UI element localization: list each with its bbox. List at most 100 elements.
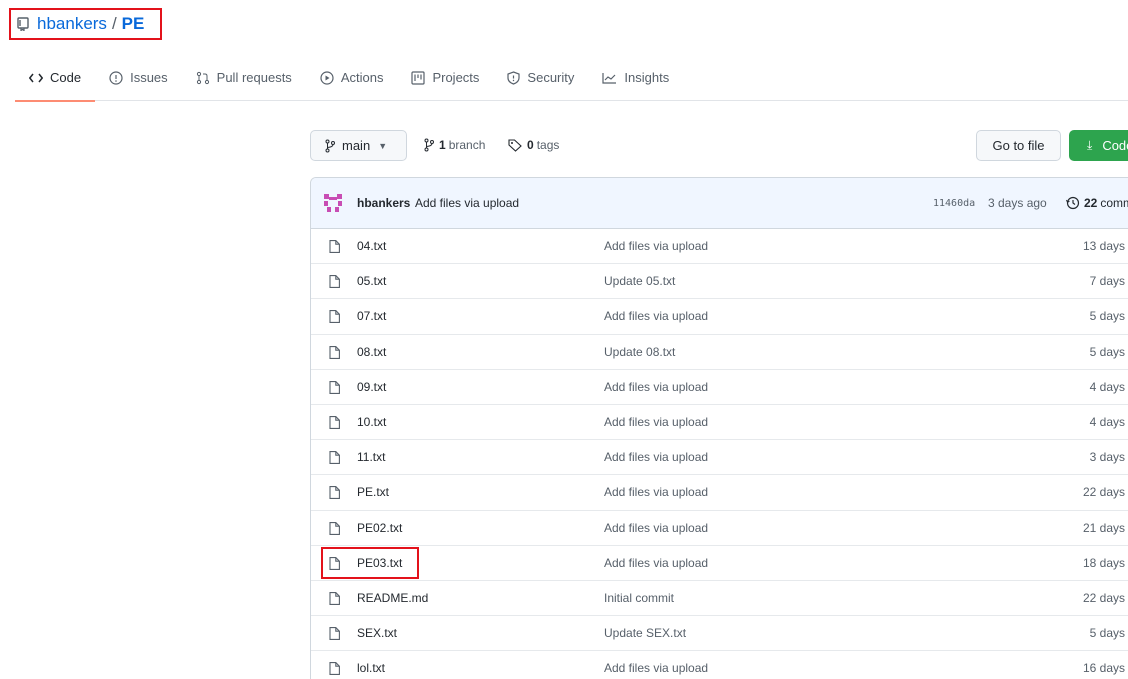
branch-icon bbox=[424, 138, 434, 152]
tab-projects[interactable]: Projects bbox=[397, 55, 493, 101]
file-commit-message[interactable]: Add files via upload bbox=[604, 450, 708, 464]
issue-icon bbox=[109, 70, 123, 85]
file-age: 18 days bbox=[1082, 555, 1125, 570]
shield-icon bbox=[507, 70, 521, 85]
file-icon bbox=[329, 415, 340, 429]
file-age: 3 days bbox=[1089, 450, 1125, 465]
file-name-link[interactable]: 07.txt bbox=[357, 309, 386, 323]
tab-security[interactable]: Security bbox=[493, 55, 588, 101]
file-commit-message[interactable]: Update SEX.txt bbox=[604, 626, 686, 640]
repo-owner-link[interactable]: hbankers bbox=[37, 14, 107, 34]
play-icon bbox=[320, 70, 334, 85]
commit-time: 3 days ago bbox=[988, 196, 1047, 210]
history-icon bbox=[1066, 196, 1080, 210]
repo-icon bbox=[17, 17, 29, 31]
file-name-link[interactable]: 08.txt bbox=[357, 345, 386, 359]
file-commit-message[interactable]: Initial commit bbox=[604, 591, 674, 605]
file-row[interactable]: 05.txt Update 05.txt 7 days bbox=[311, 264, 1128, 300]
file-name-link[interactable]: 10.txt bbox=[357, 415, 386, 429]
file-icon bbox=[329, 240, 340, 253]
file-icon bbox=[329, 380, 340, 394]
file-commit-message[interactable]: Add files via upload bbox=[604, 380, 708, 394]
branch-icon bbox=[325, 139, 335, 152]
tag-count-link[interactable]: 0 tags bbox=[508, 138, 559, 152]
branch-count-link[interactable]: 1 branch bbox=[424, 138, 485, 152]
file-row[interactable]: PE02.txt Add files via upload 21 days bbox=[311, 511, 1128, 546]
avatar[interactable] bbox=[324, 194, 342, 212]
file-commit-message[interactable]: Add files via upload bbox=[604, 556, 708, 570]
pull-request-icon bbox=[196, 71, 209, 84]
file-name-link[interactable]: 09.txt bbox=[357, 380, 386, 394]
file-name-link[interactable]: README.md bbox=[357, 591, 428, 605]
caret-down-icon: ▼ bbox=[378, 140, 388, 151]
file-row[interactable]: SEX.txt Update SEX.txt 5 days bbox=[311, 616, 1128, 652]
file-name-link[interactable]: 05.txt bbox=[357, 274, 386, 288]
file-commit-message[interactable]: Add files via upload bbox=[604, 485, 708, 499]
file-commit-message[interactable]: Add files via upload bbox=[604, 415, 708, 429]
file-icon bbox=[329, 662, 340, 676]
file-row[interactable]: 10.txt Add files via upload 4 days bbox=[311, 405, 1128, 441]
file-name-link[interactable]: PE03.txt bbox=[357, 556, 402, 570]
code-download-button[interactable]: ⤓ Code bbox=[1069, 130, 1128, 161]
commit-message[interactable]: Add files via upload bbox=[415, 196, 519, 210]
file-icon bbox=[329, 310, 340, 324]
file-age: 4 days bbox=[1089, 415, 1125, 430]
file-commit-message[interactable]: Update 05.txt bbox=[604, 274, 675, 288]
file-commit-message[interactable]: Add files via upload bbox=[604, 661, 708, 675]
repo-name-link[interactable]: PE bbox=[122, 14, 145, 34]
file-row[interactable]: 11.txt Add files via upload 3 days bbox=[311, 440, 1128, 476]
file-list: hbankers Add files via upload 11460da 3 … bbox=[310, 177, 1128, 679]
repo-breadcrumb: hbankers / PE bbox=[9, 8, 162, 40]
commit-count-label: commits bbox=[1100, 196, 1128, 210]
file-row[interactable]: PE03.txt Add files via upload 18 days bbox=[311, 546, 1128, 581]
commit-sha[interactable]: 11460da bbox=[933, 198, 975, 209]
file-commit-message[interactable]: Add files via upload bbox=[604, 239, 708, 253]
tab-label: Insights bbox=[624, 70, 670, 85]
file-commit-message[interactable]: Add files via upload bbox=[604, 521, 708, 535]
file-age: 7 days bbox=[1089, 274, 1125, 289]
file-icon bbox=[329, 591, 340, 605]
tab-code[interactable]: Code bbox=[15, 55, 96, 102]
commit-author[interactable]: hbankers bbox=[357, 196, 410, 210]
go-to-file-button[interactable]: Go to file bbox=[976, 130, 1061, 161]
repo-nav: Code Issues Pull requests Actions Projec… bbox=[15, 55, 1128, 102]
file-row[interactable]: PE.txt Add files via upload 22 days bbox=[311, 475, 1128, 511]
tab-actions[interactable]: Actions bbox=[306, 55, 398, 101]
file-toolbar: main ▼ 1 branch 0 tags Go to file ⤓ Code bbox=[310, 130, 1128, 162]
file-name-link[interactable]: 11.txt bbox=[357, 450, 385, 464]
tag-icon bbox=[508, 138, 522, 152]
tab-issues[interactable]: Issues bbox=[95, 55, 182, 101]
file-age: 5 days bbox=[1089, 344, 1125, 359]
file-name-link[interactable]: 04.txt bbox=[357, 239, 386, 253]
file-row[interactable]: README.md Initial commit 22 days bbox=[311, 581, 1128, 617]
file-icon bbox=[329, 275, 340, 289]
tab-label: Security bbox=[527, 70, 575, 85]
tab-label: Projects bbox=[432, 70, 480, 85]
file-icon bbox=[329, 556, 340, 570]
branch-count: 1 bbox=[439, 138, 446, 152]
file-row[interactable]: lol.txt Add files via upload 16 days bbox=[311, 651, 1128, 679]
code-button-label: Code bbox=[1102, 138, 1128, 153]
file-rows: 04.txt Add files via upload 13 days 05.txt U… bbox=[311, 229, 1128, 679]
file-commit-message[interactable]: Add files via upload bbox=[604, 309, 708, 323]
file-age: 22 days bbox=[1082, 485, 1125, 500]
tab-pull-requests[interactable]: Pull requests bbox=[182, 55, 306, 101]
file-icon bbox=[329, 521, 340, 535]
tab-insights[interactable]: Insights bbox=[588, 55, 683, 101]
file-commit-message[interactable]: Update 08.txt bbox=[604, 345, 675, 359]
file-row[interactable]: 09.txt Add files via upload 4 days bbox=[311, 370, 1128, 405]
file-icon bbox=[329, 627, 340, 641]
file-name-link[interactable]: PE.txt bbox=[357, 485, 389, 499]
tab-label: Code bbox=[50, 70, 82, 85]
branch-select-button[interactable]: main ▼ bbox=[310, 130, 407, 161]
tag-count: 0 bbox=[527, 138, 534, 152]
file-name-link[interactable]: PE02.txt bbox=[357, 521, 402, 535]
file-icon bbox=[329, 486, 340, 500]
file-row[interactable]: 08.txt Update 08.txt 5 days bbox=[311, 335, 1128, 370]
file-name-link[interactable]: SEX.txt bbox=[357, 626, 397, 640]
file-row[interactable]: 04.txt Add files via upload 13 days bbox=[311, 229, 1128, 265]
commit-count-link[interactable]: 22 commits bbox=[1066, 196, 1128, 210]
file-name-link[interactable]: lol.txt bbox=[357, 661, 385, 675]
file-age: 22 days bbox=[1082, 590, 1125, 605]
file-row[interactable]: 07.txt Add files via upload 5 days bbox=[311, 299, 1128, 335]
